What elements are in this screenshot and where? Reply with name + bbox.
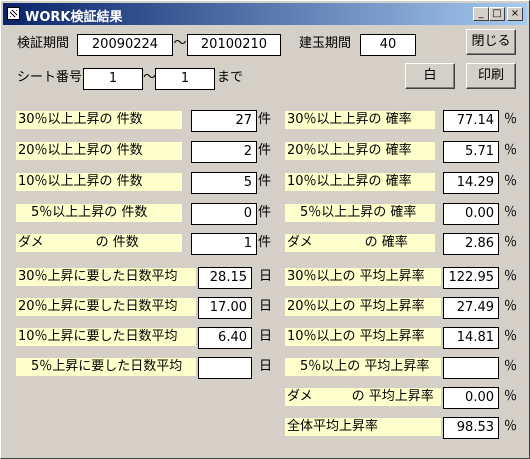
left-row-label: 10％以上上昇の 件数 bbox=[16, 173, 182, 191]
right-row-unit: ％ bbox=[504, 235, 518, 250]
left-row-label: 5％以上上昇の 件数 bbox=[16, 204, 182, 222]
period-end-field[interactable]: 20100210 bbox=[187, 34, 281, 56]
white-button[interactable]: 白 bbox=[405, 63, 455, 89]
right-row-unit: ％ bbox=[504, 419, 518, 434]
right-row-unit: ％ bbox=[504, 299, 518, 314]
title-bar[interactable]: WORK検証結果 _ □ × bbox=[3, 3, 527, 25]
right-row-label: 10％以上上昇の 確率 bbox=[285, 173, 435, 191]
left-row-value[interactable]: 6.40 bbox=[198, 327, 252, 349]
close-button[interactable]: 閉じる bbox=[466, 29, 516, 55]
sheet-suffix: まで bbox=[217, 70, 244, 85]
left-row-unit: 日 bbox=[259, 329, 273, 344]
holding-label: 建玉期間 bbox=[299, 36, 352, 51]
right-row-value[interactable] bbox=[443, 357, 499, 379]
left-row-unit: 件 bbox=[258, 205, 272, 220]
left-row-value[interactable]: 28.15 bbox=[198, 267, 252, 289]
left-row-label: 5％上昇に要した日数平均 bbox=[16, 358, 196, 376]
left-row-value[interactable]: 17.00 bbox=[198, 297, 252, 319]
right-row-unit: ％ bbox=[504, 329, 518, 344]
right-row-unit: ％ bbox=[504, 143, 518, 158]
right-row-label: 20％以上上昇の 確率 bbox=[285, 142, 435, 160]
right-row-value[interactable]: 14.29 bbox=[443, 172, 499, 194]
left-row-label: 20％上昇に要した日数平均 bbox=[16, 298, 196, 316]
sheet-to-field[interactable]: 1 bbox=[155, 68, 215, 90]
left-row-unit: 件 bbox=[258, 143, 272, 158]
app-window: WORK検証結果 _ □ × 検証期間 20090224 ～ 20100210 … bbox=[0, 0, 530, 459]
sheet-separator: ～ bbox=[143, 70, 157, 85]
right-row-value[interactable]: 2.86 bbox=[443, 233, 499, 255]
right-row-unit: ％ bbox=[504, 269, 518, 284]
period-start-field[interactable]: 20090224 bbox=[77, 34, 173, 56]
right-row-unit: ％ bbox=[504, 389, 518, 404]
maximize-button[interactable]: □ bbox=[489, 7, 505, 21]
holding-period-field[interactable]: 40 bbox=[360, 34, 416, 56]
left-row-label: 20％以上上昇の 件数 bbox=[16, 142, 182, 160]
right-row-value[interactable]: 0.00 bbox=[443, 387, 499, 409]
right-row-label: ダメ の 確率 bbox=[285, 234, 435, 252]
left-row-unit: 日 bbox=[259, 299, 273, 314]
right-row-label: 5％以上上昇の 確率 bbox=[285, 204, 435, 222]
right-row-value[interactable]: 5.71 bbox=[443, 141, 499, 163]
right-row-unit: ％ bbox=[504, 174, 518, 189]
left-row-unit: 件 bbox=[258, 235, 272, 250]
left-row-value[interactable] bbox=[198, 357, 252, 379]
sheet-label: シート番号 bbox=[17, 70, 83, 85]
right-row-value[interactable]: 98.53 bbox=[443, 417, 499, 439]
left-row-value[interactable]: 0 bbox=[191, 203, 257, 225]
left-row-value[interactable]: 1 bbox=[191, 233, 257, 255]
right-row-value[interactable]: 77.14 bbox=[443, 110, 499, 132]
left-row-label: ダメ の 件数 bbox=[16, 234, 182, 252]
right-row-label: 30％以上の 平均上昇率 bbox=[285, 268, 441, 286]
right-row-label: 10％以上の 平均上昇率 bbox=[285, 328, 441, 346]
right-row-unit: ％ bbox=[504, 359, 518, 374]
left-row-value[interactable]: 2 bbox=[191, 141, 257, 163]
right-row-label: 20％以上の 平均上昇率 bbox=[285, 298, 441, 316]
left-row-unit: 日 bbox=[259, 269, 273, 284]
right-row-label: ダメ の 平均上昇率 bbox=[285, 388, 441, 406]
right-row-label: 30％以上上昇の 確率 bbox=[285, 111, 435, 129]
print-button[interactable]: 印刷 bbox=[466, 63, 516, 89]
left-row-label: 30％以上上昇の 件数 bbox=[16, 111, 182, 129]
left-row-unit: 日 bbox=[259, 359, 273, 374]
period-separator: ～ bbox=[173, 36, 187, 51]
right-row-value[interactable]: 0.00 bbox=[443, 203, 499, 225]
left-row-unit: 件 bbox=[258, 112, 272, 127]
right-row-value[interactable]: 27.49 bbox=[443, 297, 499, 319]
left-row-unit: 件 bbox=[258, 174, 272, 189]
minimize-button[interactable]: _ bbox=[473, 7, 489, 21]
sheet-from-field[interactable]: 1 bbox=[83, 68, 143, 90]
window-title: WORK検証結果 bbox=[25, 10, 123, 25]
close-window-button[interactable]: × bbox=[507, 7, 523, 21]
app-icon bbox=[7, 7, 20, 20]
left-row-label: 10％上昇に要した日数平均 bbox=[16, 328, 196, 346]
right-row-label: 全体平均上昇率 bbox=[285, 418, 441, 436]
right-row-value[interactable]: 122.95 bbox=[443, 267, 499, 289]
left-row-label: 30％上昇に要した日数平均 bbox=[16, 268, 196, 286]
right-row-label: 5％以上の 平均上昇率 bbox=[285, 358, 441, 376]
right-row-unit: ％ bbox=[504, 205, 518, 220]
right-row-unit: ％ bbox=[504, 112, 518, 127]
right-row-value[interactable]: 14.81 bbox=[443, 327, 499, 349]
left-row-value[interactable]: 5 bbox=[191, 172, 257, 194]
period-label: 検証期間 bbox=[17, 36, 70, 51]
left-row-value[interactable]: 27 bbox=[191, 110, 257, 132]
